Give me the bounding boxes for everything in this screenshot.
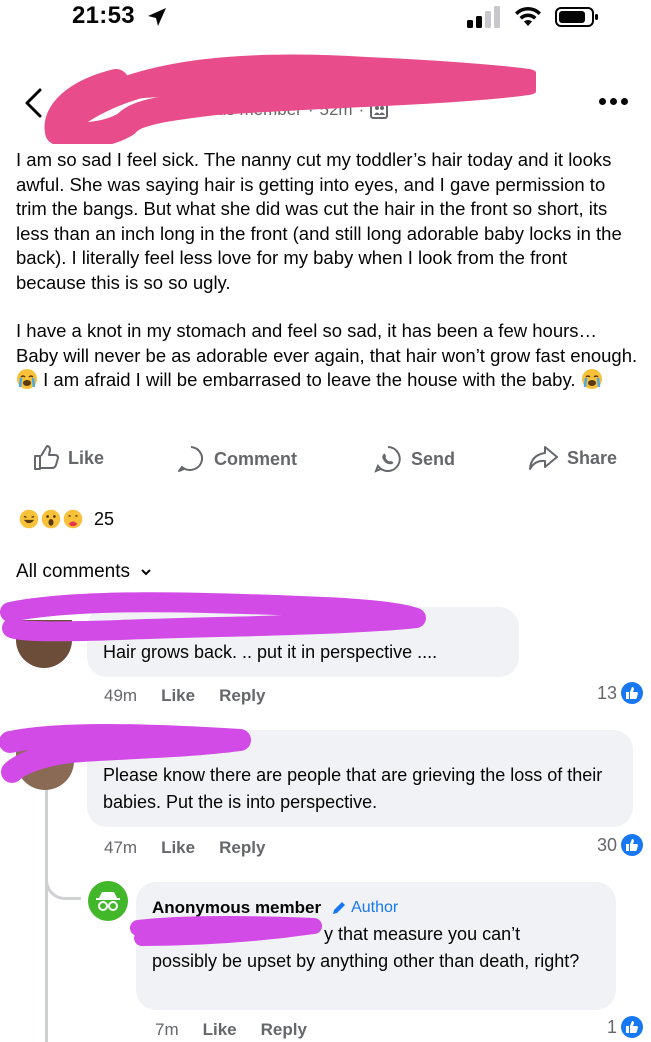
reply-text-first-line: y that measure you can’t	[324, 924, 521, 944]
comment-reply-link[interactable]: Reply	[219, 838, 265, 858]
comment-like-count[interactable]: 13	[597, 682, 643, 704]
comment-like-link[interactable]: Like	[161, 686, 195, 706]
reply-bubble: Anonymous member Author y that measure y…	[136, 882, 616, 1010]
comment-text: Please know there are people that are gr…	[103, 765, 603, 812]
thumbs-up-badge-icon	[621, 682, 643, 704]
share-icon	[529, 446, 558, 470]
reply-like-link[interactable]: Like	[203, 1020, 237, 1040]
post-paragraph: I have a knot in my stomach and feel so …	[16, 320, 638, 390]
location-arrow-icon	[147, 7, 166, 26]
signal-icon	[467, 6, 500, 28]
like-icon	[34, 445, 59, 470]
post-time: 52m	[319, 100, 353, 119]
incognito-icon[interactable]	[88, 881, 128, 921]
back-chevron-icon[interactable]	[22, 88, 46, 118]
comment-like-link[interactable]: Like	[161, 838, 195, 858]
comment-icon	[178, 446, 204, 472]
reply-like-count[interactable]: 1	[607, 1016, 643, 1038]
avatar[interactable]	[16, 620, 72, 668]
author-tag: Author	[331, 894, 398, 921]
redaction-scribble	[44, 54, 536, 144]
reply-reply-link[interactable]: Reply	[261, 1020, 307, 1040]
comments-sort-dropdown[interactable]: All comments	[16, 561, 152, 583]
reaction-count: 25	[94, 508, 115, 529]
share-button[interactable]: Share	[527, 444, 617, 472]
comment-like-count[interactable]: 30	[597, 834, 643, 856]
post-paragraph: I am so sad I feel sick. The nanny cut m…	[16, 149, 622, 293]
group-icon	[370, 101, 389, 119]
chevron-down-icon	[141, 569, 151, 576]
reply-author[interactable]: Anonymous member Author	[152, 894, 600, 921]
comment-button[interactable]: Comment	[176, 444, 297, 474]
crying-emoji-icon	[17, 369, 37, 389]
comment-meta: 47m Like Reply	[104, 838, 266, 858]
wifi-icon	[515, 6, 541, 26]
thread-connector	[45, 870, 81, 900]
comment-text: Hair grows back. .. put it in perspectiv…	[103, 642, 438, 662]
comment-meta: 49m Like Reply	[104, 686, 266, 706]
thumbs-up-badge-icon	[621, 834, 643, 856]
comment-bubble: Please know there are people that are gr…	[87, 730, 633, 827]
care-reaction-icon	[60, 506, 86, 532]
like-button[interactable]: Like	[32, 444, 104, 472]
status-icons	[467, 6, 599, 28]
send-icon	[374, 446, 401, 473]
post-body: I am so sad I feel sick. The nanny cut m…	[16, 148, 641, 417]
thumbs-up-badge-icon	[621, 1016, 643, 1038]
comment-bubble: Hair grows back. .. put it in perspectiv…	[87, 607, 519, 677]
reply-meta: 7m Like Reply	[155, 1020, 307, 1040]
comment-reply-link[interactable]: Reply	[219, 686, 265, 706]
more-options-button[interactable]	[599, 93, 633, 109]
battery-icon	[555, 7, 598, 27]
post-action-bar: Like Comment Send Share	[0, 444, 651, 476]
send-button[interactable]: Send	[373, 444, 455, 474]
avatar[interactable]	[16, 738, 74, 790]
reply-text: possibly be upset by anything other than…	[152, 951, 580, 971]
pencil-icon	[333, 901, 346, 914]
reactions-summary[interactable]: 25	[16, 506, 114, 532]
status-time: 21:53	[72, 2, 168, 30]
thread-line	[45, 790, 48, 1042]
post-author-meta: Anonymous member · 52m ·	[145, 100, 389, 120]
crying-emoji-icon	[581, 369, 602, 389]
